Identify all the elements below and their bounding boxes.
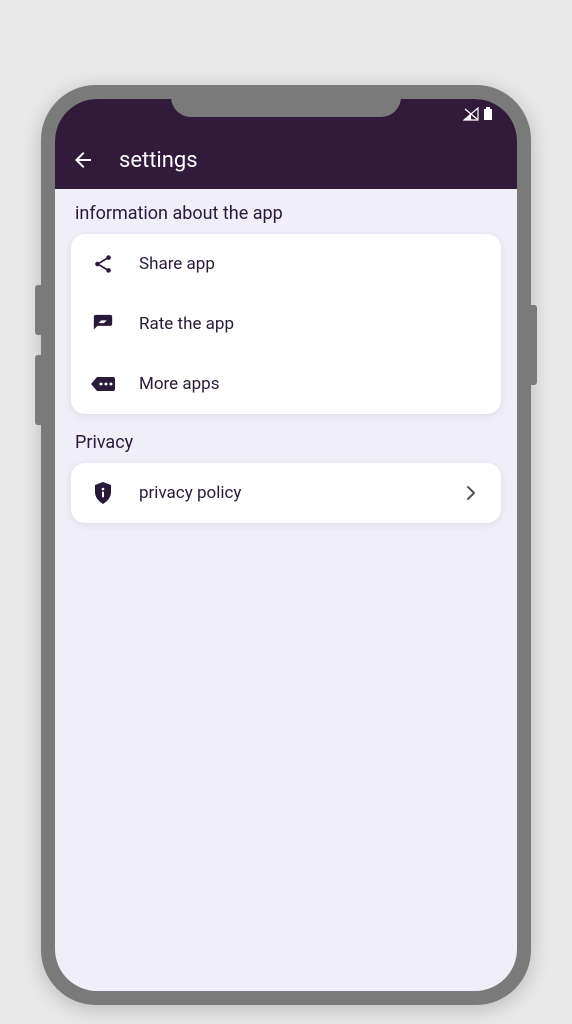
more-apps-label: More apps	[139, 374, 481, 394]
share-app-item[interactable]: Share app	[71, 234, 501, 294]
shield-icon	[91, 481, 115, 505]
more-icon	[91, 372, 115, 396]
info-card: Share app Rate the app More apps	[71, 234, 501, 414]
privacy-policy-label: privacy policy	[139, 483, 437, 503]
rate-app-label: Rate the app	[139, 314, 481, 334]
rate-icon	[91, 312, 115, 336]
screen: settings information about the app Share…	[55, 99, 517, 991]
status-indicators	[463, 107, 493, 124]
privacy-policy-item[interactable]: privacy policy	[71, 463, 501, 523]
share-icon	[91, 252, 115, 276]
info-section-label: information about the app	[71, 203, 501, 224]
phone-frame: settings information about the app Share…	[41, 85, 531, 1005]
chevron-right-icon	[461, 483, 481, 503]
share-app-label: Share app	[139, 254, 481, 274]
arrow-left-icon	[71, 148, 95, 172]
battery-icon	[483, 107, 493, 124]
content: information about the app Share app Rate…	[55, 189, 517, 555]
back-button[interactable]	[71, 148, 95, 172]
app-header: settings	[55, 131, 517, 189]
phone-notch	[171, 85, 401, 117]
privacy-section-label: Privacy	[71, 432, 501, 453]
rate-app-item[interactable]: Rate the app	[71, 294, 501, 354]
signal-icon	[463, 107, 479, 124]
privacy-card: privacy policy	[71, 463, 501, 523]
more-apps-item[interactable]: More apps	[71, 354, 501, 414]
page-title: settings	[119, 148, 198, 173]
